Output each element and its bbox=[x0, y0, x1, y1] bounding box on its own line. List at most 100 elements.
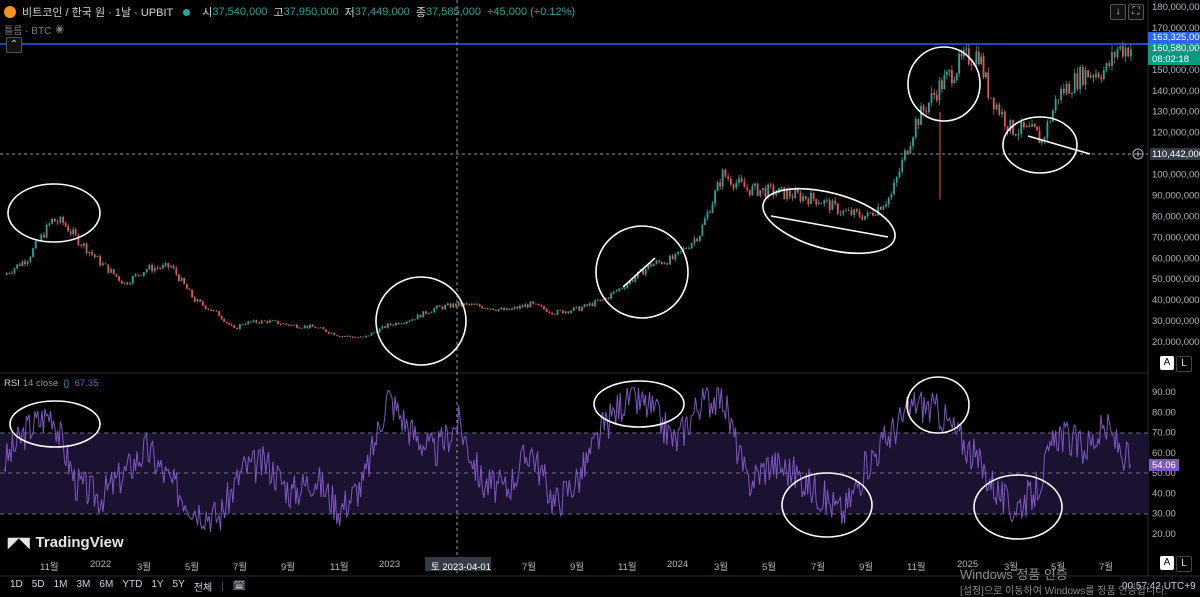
candle-body bbox=[1095, 73, 1097, 78]
tradingview-logo-icon: ◤◥ bbox=[8, 534, 30, 550]
candle-body bbox=[465, 303, 468, 305]
candle-body bbox=[405, 321, 408, 324]
candle-body bbox=[716, 182, 719, 191]
rsi-auto-scale-button[interactable]: A bbox=[1160, 556, 1174, 570]
candle-body bbox=[732, 184, 735, 188]
time-tick-label: 7월 bbox=[1099, 562, 1114, 573]
candle-body bbox=[743, 181, 746, 188]
log-scale-button[interactable]: L bbox=[1176, 356, 1192, 372]
candle-body bbox=[1105, 63, 1108, 71]
rsi-params: 14 close bbox=[22, 378, 59, 389]
download-icon[interactable]: ↓ bbox=[1110, 4, 1126, 20]
candle-body bbox=[599, 299, 602, 301]
collapse-button[interactable]: ⌃ bbox=[6, 37, 22, 53]
candle-body bbox=[615, 290, 618, 292]
price-tick-label: 120,000,000 bbox=[1152, 128, 1200, 139]
candle-body bbox=[500, 307, 503, 310]
candle-body bbox=[178, 274, 180, 282]
candle-body bbox=[985, 72, 987, 78]
timeframe-button[interactable]: YTD bbox=[122, 579, 142, 594]
timeframe-button[interactable]: 5D bbox=[32, 579, 45, 594]
date-range-icon[interactable]: 🗓 bbox=[233, 581, 246, 592]
bar-countdown: 08:02:18 bbox=[1152, 54, 1189, 65]
timeframe-button[interactable]: 3M bbox=[77, 579, 91, 594]
candle-body bbox=[855, 209, 858, 212]
candle-body bbox=[72, 229, 75, 234]
candle-body bbox=[82, 243, 85, 246]
rsi-log-scale-button[interactable]: L bbox=[1176, 556, 1192, 572]
candle-body bbox=[449, 303, 452, 308]
candle-body bbox=[134, 274, 137, 277]
tradingview-logo[interactable]: ◤◥ TradingView bbox=[8, 534, 124, 551]
candle-body bbox=[129, 283, 131, 285]
candle-body bbox=[74, 229, 77, 235]
candle-body bbox=[975, 51, 978, 65]
candle-body bbox=[164, 263, 167, 265]
candle-body bbox=[690, 242, 693, 249]
candle-body bbox=[1062, 88, 1065, 94]
candle-body bbox=[748, 189, 751, 196]
candle-body bbox=[551, 312, 554, 315]
candle-body bbox=[906, 150, 909, 154]
candle-body bbox=[159, 268, 162, 269]
candle-body bbox=[1001, 111, 1003, 115]
time-tick-label: 7월 bbox=[811, 562, 826, 573]
candle-body bbox=[853, 209, 856, 215]
candle-body bbox=[660, 262, 663, 265]
candle-body bbox=[901, 159, 904, 172]
price-tick-label: 30,000,000 bbox=[1152, 316, 1200, 327]
candle-body bbox=[735, 182, 738, 188]
candle-body bbox=[658, 260, 661, 263]
timeframe-button[interactable]: 1Y bbox=[151, 579, 163, 594]
candle-body bbox=[10, 272, 13, 274]
candle-body bbox=[1043, 137, 1046, 140]
candle-body bbox=[1084, 70, 1087, 85]
timeframe-button[interactable]: 1M bbox=[54, 579, 68, 594]
timeframe-button[interactable]: 5Y bbox=[173, 579, 185, 594]
auto-scale-button[interactable]: A bbox=[1160, 356, 1174, 370]
candle-body bbox=[543, 306, 545, 310]
candle-body bbox=[367, 335, 370, 337]
candle-body bbox=[153, 268, 156, 272]
candle-body bbox=[244, 324, 247, 325]
candle-body bbox=[882, 206, 885, 210]
chart-canvas[interactable]: 20,000,000 30,000,000 40,000,000 50,000,000… bbox=[0, 0, 1200, 596]
candle-body bbox=[349, 335, 352, 337]
rsi-overbought-oversold-band bbox=[0, 433, 1148, 514]
candle-body bbox=[45, 224, 48, 238]
time-tick-label: 2023 bbox=[379, 559, 401, 570]
candle-body bbox=[303, 325, 306, 328]
candle-body bbox=[698, 235, 701, 242]
candle-body bbox=[446, 303, 449, 306]
annotation-ellipse bbox=[375, 276, 467, 366]
fullscreen-icon[interactable]: ⛶ bbox=[1128, 4, 1144, 20]
candle-body bbox=[185, 284, 188, 289]
candle-body bbox=[24, 261, 26, 265]
candle-body bbox=[386, 323, 389, 328]
rsi-name[interactable]: RSI bbox=[4, 378, 20, 389]
candle-body bbox=[400, 323, 403, 325]
price-tick-label: 130,000,000 bbox=[1152, 107, 1200, 118]
candle-body bbox=[759, 190, 762, 196]
timeframe-button[interactable]: 6M bbox=[99, 579, 113, 594]
timeframe-button[interactable]: 1D bbox=[10, 579, 23, 594]
candle-body bbox=[455, 303, 457, 307]
candle-body bbox=[995, 104, 998, 110]
candle-body bbox=[255, 320, 258, 323]
eye-icon[interactable]: ◉ bbox=[55, 24, 64, 35]
candle-body bbox=[218, 311, 221, 317]
candle-body bbox=[738, 178, 740, 183]
candle-body bbox=[497, 309, 500, 311]
code-braces-icon[interactable]: {} bbox=[63, 378, 69, 389]
time-tick-label: 9월 bbox=[281, 562, 296, 573]
candles-series bbox=[5, 41, 1132, 339]
market-status-icon bbox=[183, 8, 191, 16]
timeframe-button[interactable]: 전체 bbox=[194, 579, 212, 594]
volume-legend: 틀름 · BTC ◉ bbox=[4, 22, 64, 37]
candle-body bbox=[359, 336, 362, 338]
symbol-title[interactable]: 비트코인 / 한국 원 · 1날 · UPBIT bbox=[22, 4, 173, 20]
candle-body bbox=[1028, 125, 1031, 127]
candle-body bbox=[285, 323, 288, 325]
candle-body bbox=[188, 288, 191, 290]
candle-body bbox=[389, 323, 392, 325]
